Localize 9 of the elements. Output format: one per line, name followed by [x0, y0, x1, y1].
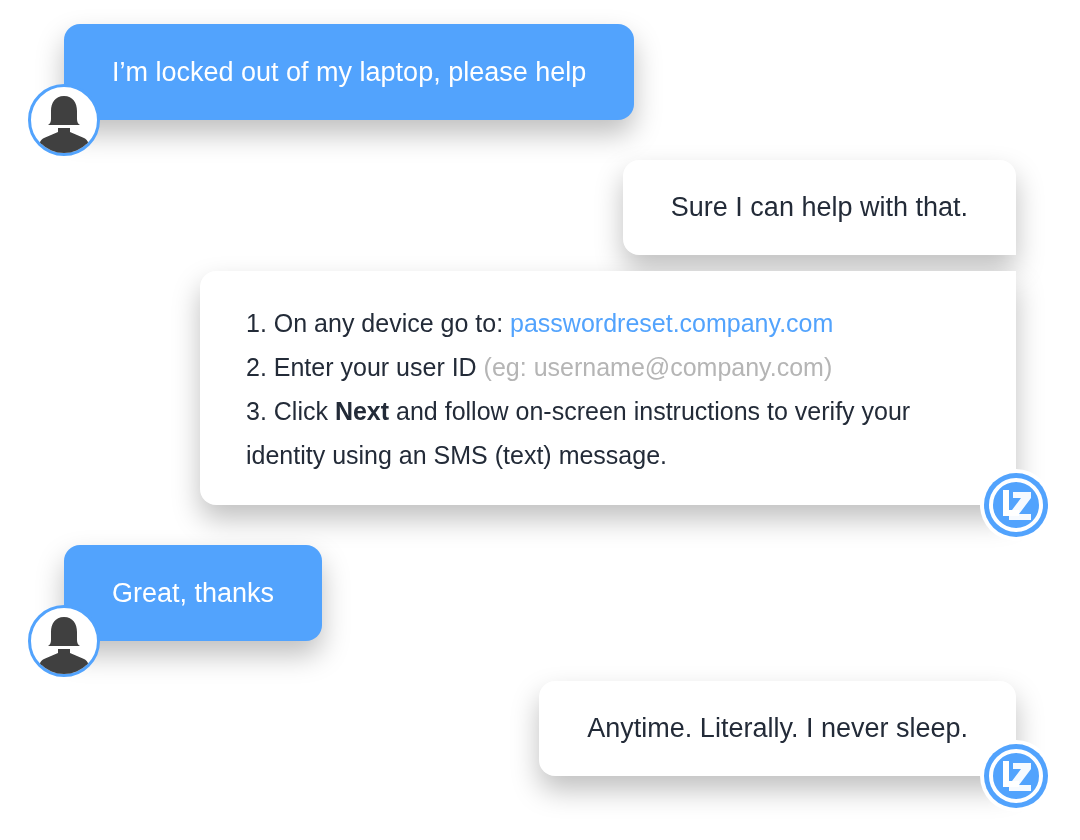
reset-link[interactable]: passwordreset.company.com	[510, 309, 834, 337]
example-hint: (eg: username@company.com)	[483, 353, 833, 381]
bot-message-bubble: Anytime. Literally. I never sleep.	[539, 681, 1016, 776]
user-message-bubble: Great, thanks	[64, 545, 323, 641]
bot-message-bubble: Sure I can help with that.	[622, 160, 1016, 255]
step-text: 1. On any device go to:	[246, 309, 504, 337]
step-text: 3. Click Next and follow on-screen instructions to verify your identity using an SMS (text) message.	[246, 397, 911, 469]
step-text: 2. Enter your user ID	[246, 353, 477, 381]
user-message-bubble: I’m locked out of my laptop, please help	[64, 24, 635, 120]
